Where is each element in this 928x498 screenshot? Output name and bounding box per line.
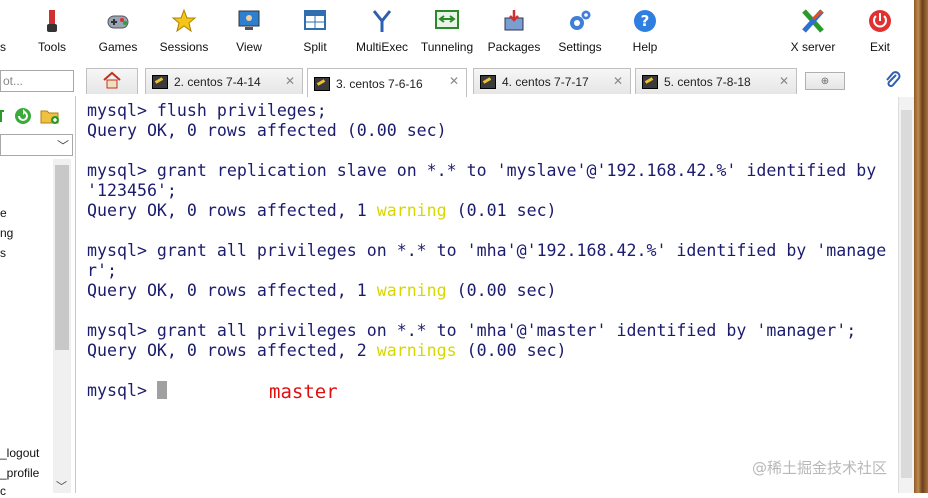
ssh-key-icon <box>314 76 330 91</box>
tab-label: 4. centos 7-7-17 <box>502 74 589 89</box>
ssh-key-icon <box>152 74 168 89</box>
ssh-key-icon <box>480 74 496 89</box>
toolbar-label: Games <box>98 40 138 54</box>
new-folder-icon[interactable] <box>40 107 60 125</box>
toolbar-label: Split <box>303 40 327 54</box>
terminal-line: mysql> grant replication slave on *.* to… <box>87 161 877 180</box>
tab-session-2[interactable]: 2. centos 7-4-14 ✕ <box>145 68 303 94</box>
tab-session-4[interactable]: 4. centos 7-7-17 ✕ <box>473 68 631 94</box>
home-icon <box>102 71 122 92</box>
settings-gear-icon <box>567 8 593 34</box>
warning-keyword: warning <box>376 281 447 300</box>
tab-session-5[interactable]: 5. centos 7-8-18 ✕ <box>635 68 797 94</box>
split-icon <box>302 8 328 34</box>
terminal-cursor <box>156 381 167 399</box>
multiexec-icon <box>369 8 395 34</box>
tab-session-3[interactable]: 3. centos 7-6-16 ✕ <box>307 68 467 98</box>
exit-power-icon <box>867 8 893 34</box>
sidebar-item[interactable]: _profile <box>0 466 39 480</box>
svg-text:?: ? <box>641 12 650 30</box>
desktop-background-strip <box>914 0 928 493</box>
terminal-scrollbar-thumb[interactable] <box>901 110 912 478</box>
tab-close-icon[interactable]: ✕ <box>613 74 623 88</box>
sessions-star-icon <box>171 8 197 34</box>
toolbar: rs Tools Games Sessions View Split Mul <box>0 0 914 66</box>
tab-label: 5. centos 7-8-18 <box>664 74 751 89</box>
terminal-line: Query OK, 0 rows affected, 1 warning (0.… <box>87 281 557 300</box>
refresh-icon[interactable] <box>14 107 32 125</box>
toolbar-label: X server <box>790 40 836 54</box>
watermark: @稀土掘金技术社区 <box>752 459 888 477</box>
x-server-icon <box>800 8 826 34</box>
tab-close-icon[interactable]: ✕ <box>449 74 459 88</box>
toolbar-label: rs <box>0 40 6 54</box>
attach-icon[interactable] <box>882 70 902 90</box>
terminal-line: mysql> flush privileges; <box>87 101 327 120</box>
toolbar-help-button[interactable]: ? Help <box>630 8 660 62</box>
servers-icon <box>0 8 14 34</box>
sidebar-dropdown[interactable]: ﹀ <box>0 134 73 156</box>
toolbar-label: Tunneling <box>420 40 474 54</box>
terminal-annotation: master <box>269 381 338 403</box>
terminal-line: Query OK, 0 rows affected, 1 warning (0.… <box>87 201 557 220</box>
chevron-down-icon: ﹀ <box>56 139 69 153</box>
ssh-key-icon <box>642 74 658 89</box>
packages-icon <box>501 8 527 34</box>
toolbar-sessions-button[interactable]: Sessions <box>157 8 211 62</box>
tab-label: 3. centos 7-6-16 <box>336 76 423 91</box>
toolbar-view-button[interactable]: View <box>234 8 264 62</box>
toolbar-multiexec-button[interactable]: MultiExec <box>354 8 410 62</box>
toolbar-exit-button[interactable]: Exit <box>866 8 894 62</box>
new-tab-button[interactable]: ⊕ <box>805 72 845 90</box>
toolbar-label: Packages <box>487 40 541 54</box>
sidebar-item[interactable]: ng <box>0 226 13 240</box>
sidebar-item[interactable]: _logout <box>0 446 39 460</box>
warning-keyword: warning <box>376 201 447 220</box>
toolbar-settings-button[interactable]: Settings <box>555 8 605 62</box>
sidebar-item[interactable]: c <box>0 484 6 498</box>
terminal-line: Query OK, 0 rows affected, 2 warnings (0… <box>87 341 567 360</box>
toolbar-label: Exit <box>869 40 890 54</box>
sidebar-search-input[interactable]: ot... <box>0 70 74 92</box>
tab-label: 2. centos 7-4-14 <box>174 74 261 89</box>
terminal-line: r'; <box>87 261 117 280</box>
tab-close-icon[interactable]: ✕ <box>285 74 295 88</box>
terminal-prompt: mysql> <box>87 381 157 400</box>
sidebar-item[interactable]: e <box>0 206 7 220</box>
terminal-line: mysql> grant all privileges on *.* to 'm… <box>87 321 857 340</box>
toolbar-packages-button[interactable]: Packages <box>486 8 542 62</box>
view-monitor-icon <box>236 8 262 34</box>
toolbar-label: Tools <box>37 40 66 54</box>
new-tab-icon: ⊕ <box>820 75 830 87</box>
terminal-line: Query OK, 0 rows affected (0.00 sec) <box>87 121 447 140</box>
toolbar-tunneling-button[interactable]: Tunneling <box>418 8 476 62</box>
help-icon: ? <box>632 8 658 34</box>
warning-keyword: warnings <box>376 341 457 360</box>
terminal-line: mysql> grant all privileges on *.* to 'm… <box>87 241 887 260</box>
tab-close-icon[interactable]: ✕ <box>779 74 789 88</box>
toolbar-tools-button[interactable]: Tools <box>34 8 70 62</box>
terminal-prompt-line: mysql> <box>87 381 167 401</box>
sidebar-item[interactable]: s <box>0 246 6 260</box>
toolbar-servers-button[interactable]: rs <box>0 8 16 62</box>
toolbar-split-button[interactable]: Split <box>300 8 330 62</box>
terminal-line: '123456'; <box>87 181 177 200</box>
sidebar-tool-icon[interactable] <box>0 108 6 124</box>
sidebar-search-text: ot... <box>3 74 24 88</box>
toolbar-x-server-button[interactable]: X server <box>786 8 840 62</box>
sidebar-scrollbar-thumb[interactable] <box>55 165 69 350</box>
tools-icon <box>39 8 65 34</box>
toolbar-label: Help <box>632 40 658 54</box>
games-icon <box>105 8 131 34</box>
terminal-view[interactable]: mysql> flush privileges; Query OK, 0 row… <box>79 97 898 493</box>
toolbar-label: View <box>236 40 262 54</box>
toolbar-label: Sessions <box>159 40 209 54</box>
toolbar-label: Settings <box>558 40 602 54</box>
scroll-down-icon[interactable]: ﹀ <box>56 478 67 494</box>
toolbar-games-button[interactable]: Games <box>96 8 140 62</box>
toolbar-label: MultiExec <box>355 40 408 54</box>
tab-home[interactable] <box>86 68 138 94</box>
tunneling-icon <box>434 8 460 34</box>
